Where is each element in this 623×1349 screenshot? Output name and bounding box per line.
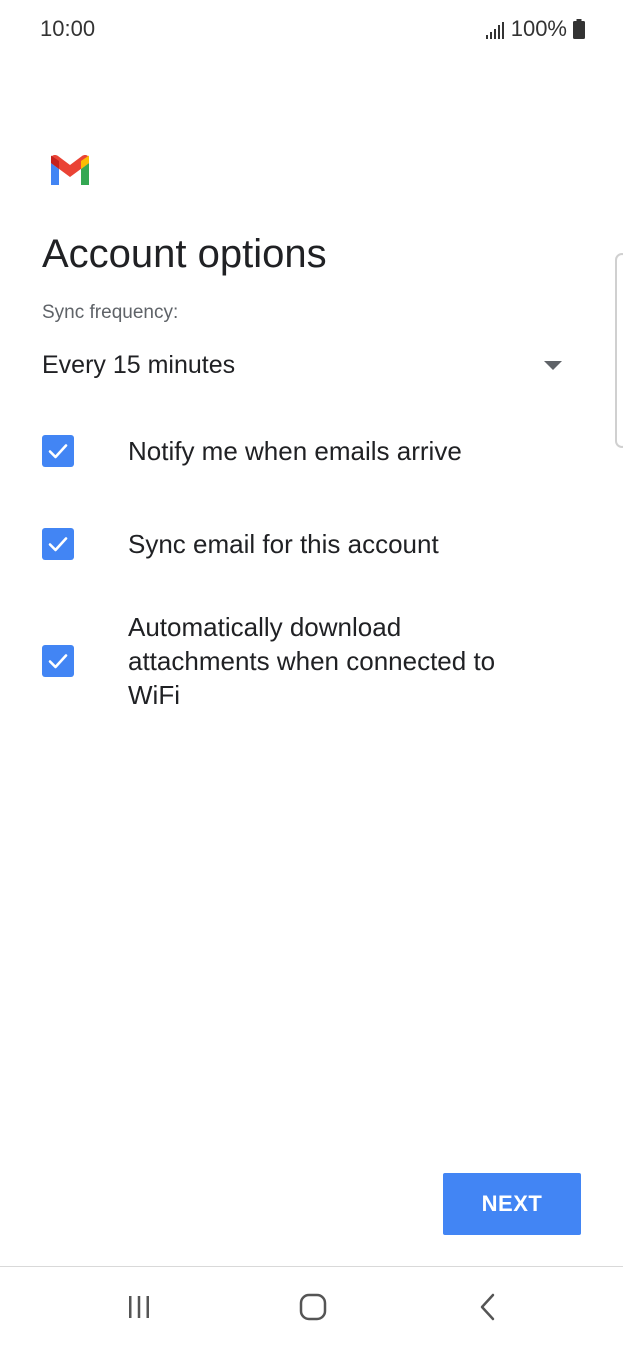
scroll-handle[interactable] <box>615 253 623 448</box>
recent-apps-icon <box>129 1296 149 1318</box>
sync-frequency-dropdown[interactable]: Every 15 minutes <box>42 342 572 388</box>
notify-option[interactable]: Notify me when emails arrive <box>42 434 582 468</box>
battery-percentage: 100% <box>510 16 567 41</box>
recent-apps-button[interactable] <box>109 1287 169 1327</box>
battery-icon <box>573 19 585 39</box>
home-icon <box>299 1293 327 1321</box>
checkmark-icon <box>48 537 68 552</box>
sync-email-option-label: Sync email for this account <box>128 529 439 559</box>
navigation-bar <box>0 1267 623 1349</box>
status-bar: 10:00 100% <box>0 0 623 58</box>
next-button[interactable]: NEXT <box>443 1173 581 1235</box>
checkmark-icon <box>48 444 68 459</box>
back-button[interactable] <box>458 1287 518 1327</box>
gmail-logo <box>49 155 91 187</box>
sync-frequency-value: Every 15 minutes <box>42 350 236 379</box>
home-button[interactable] <box>283 1287 343 1327</box>
dropdown-arrow-icon <box>544 360 562 370</box>
auto-download-option-label: Automatically download attachments when … <box>128 612 496 710</box>
auto-download-option[interactable]: Automatically download attachments when … <box>42 610 582 712</box>
status-time: 10:00 <box>40 16 96 41</box>
sync-frequency-label: Sync frequency: <box>42 302 179 323</box>
notify-checkbox[interactable] <box>42 435 74 467</box>
signal-icon <box>485 20 505 39</box>
sync-email-checkbox[interactable] <box>42 528 74 560</box>
sync-email-option[interactable]: Sync email for this account <box>42 527 582 561</box>
status-indicators: 100% <box>485 16 585 42</box>
checkmark-icon <box>48 654 68 669</box>
back-icon <box>480 1293 495 1321</box>
auto-download-checkbox[interactable] <box>42 645 74 677</box>
notify-option-label: Notify me when emails arrive <box>128 436 462 466</box>
page-title: Account options <box>42 232 327 276</box>
